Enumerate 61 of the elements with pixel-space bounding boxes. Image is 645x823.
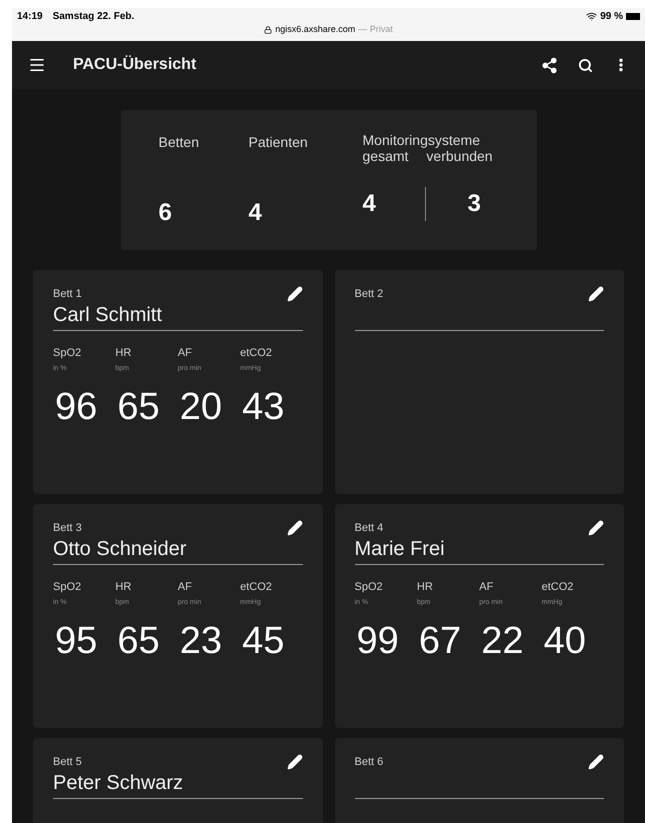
vital-name: SpO2 [53, 580, 82, 594]
bed-label: Bett 5 [53, 755, 82, 770]
vital-value: 22 [480, 620, 525, 660]
patient-name: Peter Schwarz [53, 770, 184, 796]
patient-name: Marie Frei [354, 536, 445, 562]
search-icon[interactable] [578, 58, 593, 72]
vital-value: 40 [542, 620, 587, 660]
vital-name: HR [115, 346, 132, 360]
vital-name: etCO2 [240, 580, 273, 594]
vital-name: SpO2 [354, 580, 384, 594]
vital-value: 96 [54, 386, 98, 426]
battery-icon [626, 13, 640, 20]
battery-percent: 99 % [600, 10, 623, 24]
patient-name: Carl Schmitt [53, 302, 162, 328]
lock-icon [264, 26, 272, 34]
vital-name: etCO2 [542, 580, 574, 594]
summary-value: 4 [248, 198, 263, 228]
vital-name: SpO2 [53, 346, 82, 360]
private-label: — Privat [358, 23, 393, 36]
vital-value: 65 [116, 620, 161, 660]
vital-name: etCO2 [240, 346, 273, 360]
vital-value: 45 [241, 620, 286, 660]
bed-label: Bett 6 [354, 755, 384, 770]
status-date: Samstag 22. Feb. [52, 10, 134, 24]
edit-icon[interactable] [588, 754, 604, 770]
patient-name: Otto Schneider [53, 536, 186, 562]
status-time: 14:19 [17, 10, 43, 24]
vital-value: 95 [54, 620, 98, 660]
summary-label: Patienten [248, 133, 309, 152]
edit-icon[interactable] [286, 286, 302, 302]
app-title: PACU-Übersicht [73, 54, 196, 75]
vital-value: 43 [241, 386, 286, 426]
vital-value: 65 [116, 386, 161, 426]
edit-icon[interactable] [588, 520, 604, 536]
summary-value: 4 [362, 189, 377, 219]
edit-icon[interactable] [286, 754, 302, 770]
summary-label: Betten [158, 133, 200, 152]
vital-name: HR [416, 580, 434, 594]
bed-label: Bett 3 [53, 521, 82, 536]
vital-name: AF [178, 580, 193, 594]
edit-icon[interactable] [286, 520, 302, 536]
vital-value: 20 [178, 386, 224, 426]
menu-icon[interactable] [28, 56, 46, 74]
summary-value: 3 [468, 189, 481, 219]
bed-label: Bett 4 [354, 521, 384, 536]
wifi-icon [586, 11, 598, 22]
vital-value: 23 [178, 620, 224, 660]
bed-label: Bett 2 [354, 287, 384, 302]
vital-name: AF [479, 580, 494, 594]
summary-label: Monitoringsysteme [362, 132, 481, 148]
url-text: ngisx6.axshare.com [275, 23, 356, 36]
vital-value: 67 [418, 620, 462, 660]
vital-name: HR [115, 580, 132, 594]
summary-sublabel: verbunden [426, 148, 493, 164]
vital-value: 99 [356, 620, 400, 660]
vital-name: AF [178, 346, 193, 360]
summary-value: 6 [158, 198, 173, 228]
bed-label: Bett 1 [53, 287, 82, 302]
share-icon[interactable] [541, 56, 558, 74]
edit-icon[interactable] [588, 286, 604, 302]
summary-sublabel: gesamt [362, 148, 408, 164]
